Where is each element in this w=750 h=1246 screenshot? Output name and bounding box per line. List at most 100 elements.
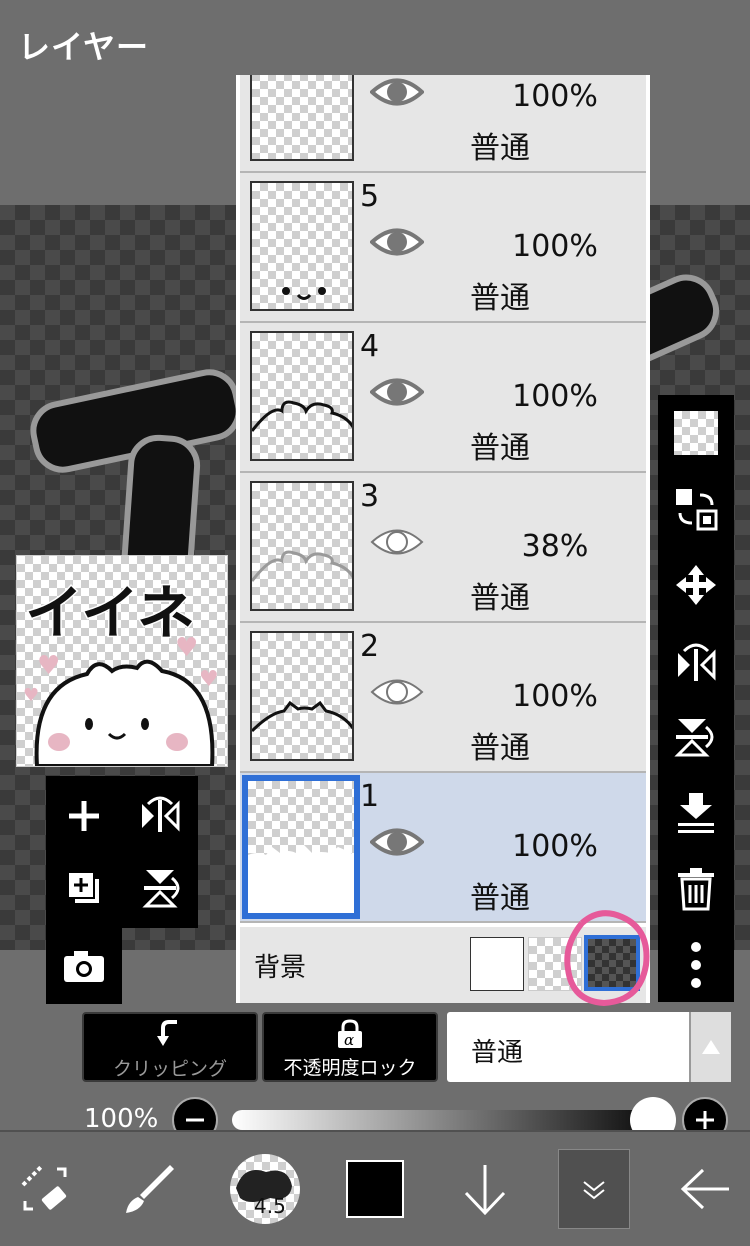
add-layer-button[interactable] [46,780,122,852]
selection-transform-icon [21,1165,67,1211]
plus-icon [69,801,99,831]
flip-horizontal-icon [678,643,716,681]
bottom-toolbar: 4.5 [0,1130,750,1246]
eye-off-icon[interactable] [370,525,424,563]
bunny-illustration: ♥ ♥ ♥ ♥ [23,633,219,766]
arrow-down-icon [464,1165,506,1216]
flip-vertical-right-button[interactable] [658,699,734,775]
layer-blend-mode: 普通 [470,581,530,616]
layer-thumbnail [250,181,354,311]
color-button[interactable] [330,1132,420,1246]
opacity-slider-track[interactable] [232,1110,672,1130]
layer-number: 1 [360,779,380,814]
delete-layer-button[interactable] [658,851,734,927]
flip-horizontal-button[interactable] [122,780,198,852]
active-tab-bg [558,1149,630,1229]
eye-icon[interactable] [369,825,425,863]
layer-row[interactable]: 3 38% 普通 [240,473,646,623]
alpha-lock-label: 不透明度ロック [283,1057,417,1079]
background-label: 背景 [254,953,307,983]
layer-down-button[interactable] [440,1132,530,1246]
checker-icon [674,411,718,455]
move-button[interactable] [658,547,734,623]
layer-number: 4 [360,329,380,364]
trash-icon [678,868,714,911]
flip-horizontal-icon [142,796,180,832]
duplicate-layer-button[interactable] [46,852,122,924]
background-white-option[interactable] [470,937,524,991]
layer-row[interactable]: 2 100% 普通 [240,623,646,773]
lock-alpha-icon: α [338,1019,362,1049]
merge-down-icon [678,793,714,833]
brush-tool-button[interactable] [105,1132,195,1246]
merge-down-button[interactable] [658,775,734,851]
right-toolbar [658,395,734,1002]
current-color-swatch [346,1160,404,1218]
blend-mode-value: 普通 [471,1038,524,1068]
layer-thumbnail [250,331,354,461]
flip-vertical-button[interactable] [122,852,198,924]
import-photo-button[interactable] [46,930,122,1002]
alpha-lock-button[interactable]: α 不透明度ロック [262,1012,438,1082]
layer-row[interactable]: 100% 普通 [240,75,646,173]
layer-thumbnail [250,631,354,761]
flip-horizontal-right-button[interactable] [658,623,734,699]
clipping-label: クリッピング [112,1058,227,1080]
transform-tool-button[interactable] [0,1132,90,1246]
swap-layer-button[interactable] [658,471,734,547]
layer-blend-mode: 普通 [470,731,530,766]
canvas-thumbnail[interactable]: イイネ ♥ ♥ ♥ ♥ [16,555,228,767]
back-button[interactable] [660,1132,750,1246]
layer-thumbnail [250,481,354,611]
flip-vertical-icon [142,870,180,908]
double-chevron-down-icon [583,1181,605,1200]
eye-icon[interactable] [369,75,425,113]
blend-mode-dropdown-arrow[interactable] [689,1012,731,1082]
brush-size-preview: 4.5 [230,1154,300,1224]
eye-icon[interactable] [369,225,425,263]
more-options-button[interactable] [658,927,734,1003]
eye-icon[interactable] [369,375,425,413]
annotation-circle [564,910,650,1007]
layer-opacity: 38% [521,529,589,564]
layer-blend-mode: 普通 [470,881,530,916]
triangle-up-icon [702,1040,720,1054]
layer-thumbnail [250,75,354,161]
layer-opacity: 100% [512,229,598,264]
layer-opacity: 100% [512,379,598,414]
svg-text:♥: ♥ [23,685,39,706]
page-title: レイヤー [18,28,150,66]
more-vertical-icon [691,942,701,988]
layer-opacity: 100% [512,829,598,864]
layer-panel-button[interactable] [558,1132,630,1246]
layer-blend-mode: 普通 [470,281,530,316]
layer-thumbnail [242,775,360,919]
layer-opacity: 100% [512,679,598,714]
layer-number: 3 [360,479,380,514]
blend-mode-select[interactable]: 普通 [447,1012,731,1082]
clipping-icon [157,1020,177,1046]
brush-icon [126,1165,174,1213]
layer-opacity: 100% [512,79,598,114]
layer-blend-mode: 普通 [470,131,530,166]
transparency-button[interactable] [658,395,734,471]
svg-text:♥: ♥ [175,633,198,663]
brush-size-value: 4.5 [254,1194,286,1218]
layer-panel: 100% 普通 5 100% 普通 4 100% 普通 3 38% 普通 2 1 [236,75,650,1003]
clipping-button[interactable]: クリッピング [82,1012,258,1082]
move-arrows-icon [676,565,716,605]
flip-vertical-icon [674,719,714,757]
duplicate-icon [67,871,101,905]
eye-off-icon[interactable] [370,675,424,713]
layer-number: 5 [360,179,380,214]
layer-row[interactable]: 5 100% 普通 [240,173,646,323]
svg-text:α: α [344,1031,354,1049]
swap-icon [676,489,718,531]
brush-size-button[interactable]: 4.5 [220,1132,310,1246]
svg-text:♥: ♥ [199,667,219,692]
arrow-left-icon [680,1168,729,1210]
layer-row[interactable]: 4 100% 普通 [240,323,646,473]
camera-icon [64,951,104,982]
layer-row-selected[interactable]: 1 100% 普通 [240,773,646,923]
svg-text:♥: ♥ [37,651,60,681]
